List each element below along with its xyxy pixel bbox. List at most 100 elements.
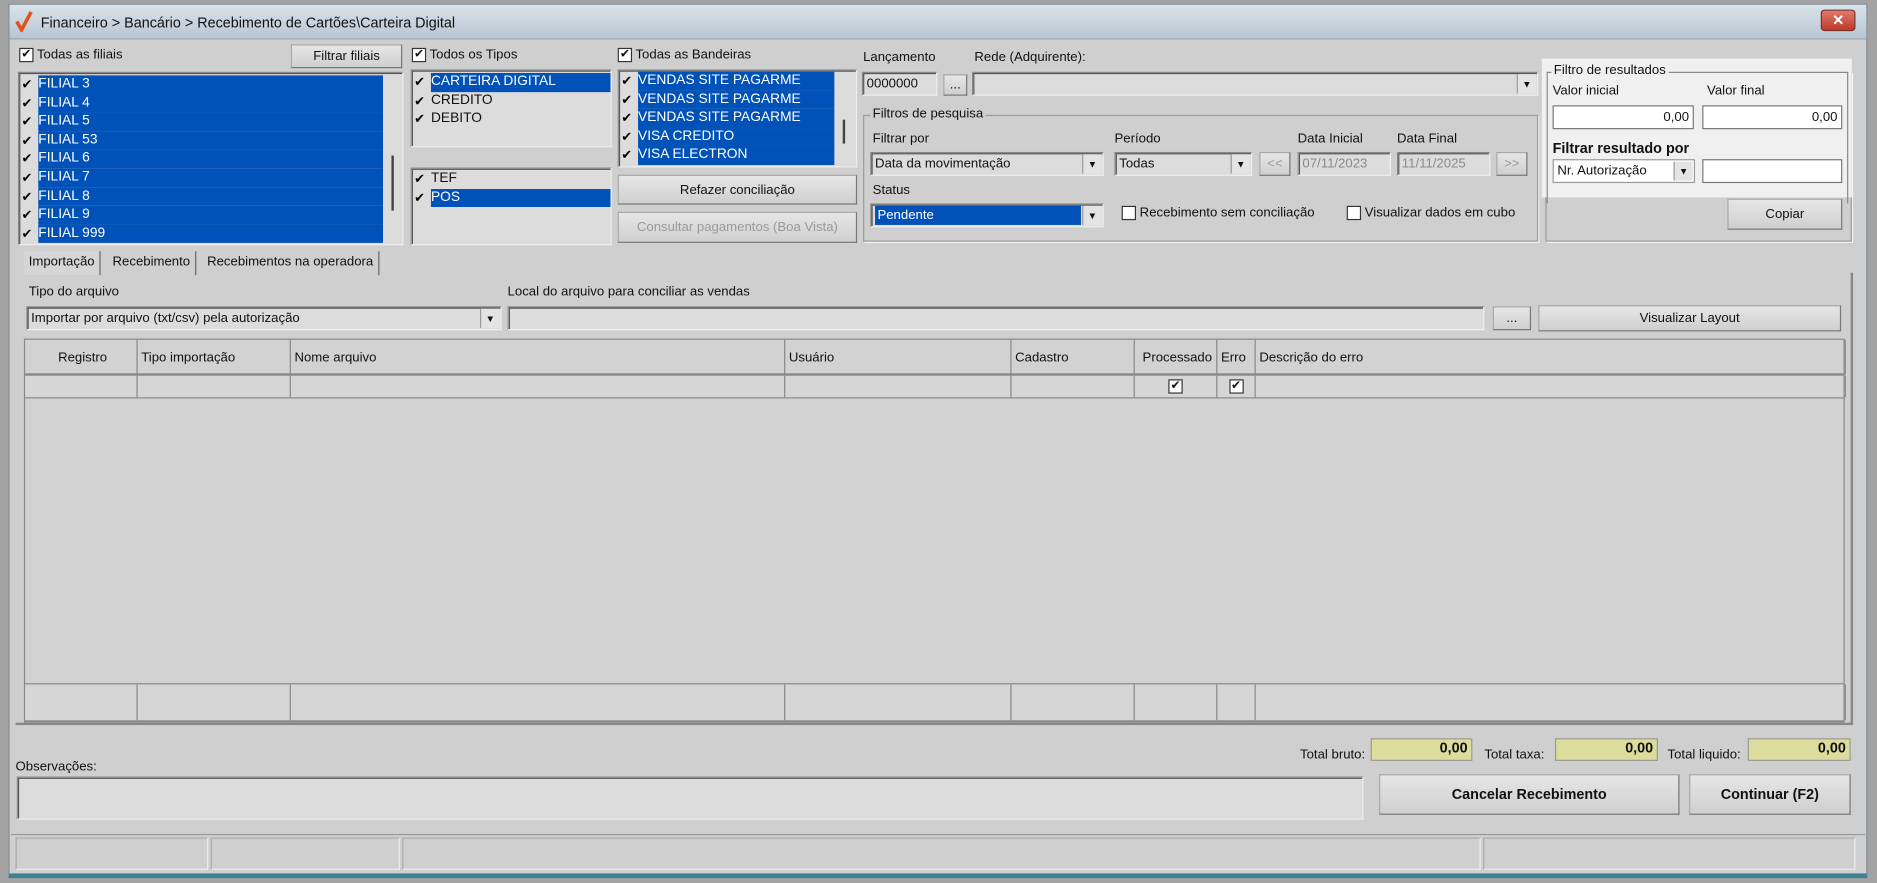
scrollbar-thumb[interactable] xyxy=(391,155,394,211)
column-header[interactable]: Nome arquivo xyxy=(291,339,786,375)
type-item[interactable]: ✔ CREDITO xyxy=(412,92,611,111)
previous-period-button[interactable]: << xyxy=(1259,151,1291,176)
tab-recebimentos-operadora[interactable]: Recebimentos na operadora xyxy=(202,251,380,276)
brand-item[interactable]: ✔ VENDAS SITE PAGARME xyxy=(619,71,856,91)
file-type-value: Importar por arquivo (txt/csv) pela auto… xyxy=(31,311,300,326)
types-list[interactable]: ✔ CARTEIRA DIGITAL ✔ CREDITO ✔ DEBITO xyxy=(410,69,612,148)
status-combo[interactable]: Pendente ▼ xyxy=(870,203,1104,228)
start-date-label: Data Inicial xyxy=(1297,131,1363,146)
launch-input[interactable]: 0000000 xyxy=(861,71,938,96)
redo-reconciliation-button[interactable]: Refazer conciliação xyxy=(617,174,858,205)
column-header[interactable]: Descrição do erro xyxy=(1256,339,1846,375)
grid-header: Registro Tipo importação Nome arquivo Usuár… xyxy=(25,339,1846,375)
end-value-input[interactable]: 0,00 xyxy=(1702,105,1843,130)
type-item[interactable]: ✔ CARTEIRA DIGITAL xyxy=(412,72,611,92)
list-item-label: TEF xyxy=(430,171,457,186)
no-reconciliation-checkbox[interactable]: Recebimento sem conciliação xyxy=(1121,206,1315,221)
checkmark-icon: ✔ xyxy=(414,112,426,128)
branch-item[interactable]: ✔ FILIAL 6 xyxy=(19,150,402,169)
tab-importacao[interactable]: Importação xyxy=(23,251,101,276)
cancel-receipt-button[interactable]: Cancelar Recebimento xyxy=(1379,774,1680,815)
import-grid[interactable]: Registro Tipo importação Nome arquivo Usuár… xyxy=(23,338,1846,723)
type-item[interactable]: ✔ DEBITO xyxy=(412,110,611,129)
grid-cell xyxy=(1256,684,1846,721)
observations-textarea[interactable] xyxy=(16,776,1364,820)
total-gross-label: Total bruto: xyxy=(1300,747,1366,763)
copy-button[interactable]: Copiar xyxy=(1727,198,1843,230)
column-header[interactable]: Tipo importação xyxy=(138,339,291,375)
brand-item[interactable]: ✔ VISA CREDITO xyxy=(619,127,856,147)
next-period-button[interactable]: >> xyxy=(1496,151,1528,176)
brand-item[interactable]: ✔ VENDAS SITE PAGARME xyxy=(619,90,856,110)
filter-branches-button[interactable]: Filtrar filiais xyxy=(290,44,403,69)
branch-item[interactable]: ✔ FILIAL 8 xyxy=(19,187,402,206)
network-combo[interactable]: ▼ xyxy=(972,71,1539,96)
status-value: Pendente xyxy=(875,205,1081,225)
brands-scrollbar-thumb[interactable] xyxy=(842,119,846,144)
branch-item[interactable]: ✔ FILIAL 9 xyxy=(19,205,402,225)
branch-item[interactable]: ✔ FILIAL 4 xyxy=(19,94,402,113)
branch-item[interactable]: ✔ FILIAL 7 xyxy=(19,168,402,188)
modes-list[interactable]: ✔ TEF ✔ POS xyxy=(410,167,612,246)
branch-item[interactable]: ✔ FILIAL 53 xyxy=(19,131,402,151)
mode-item[interactable]: ✔ TEF xyxy=(412,170,611,189)
all-branches-checkbox[interactable]: ✔ Todas as filiais xyxy=(19,48,123,63)
file-browse-button[interactable]: ... xyxy=(1492,306,1532,331)
brand-item[interactable]: ✔ VISA ELECTRON xyxy=(619,146,856,166)
filter-results-by-value: Nr. Autorização xyxy=(1557,163,1647,179)
chevron-down-icon: ▼ xyxy=(480,308,500,328)
list-item-label: VENDAS SITE PAGARME xyxy=(638,109,835,128)
column-header[interactable]: Registro xyxy=(25,339,138,375)
file-location-input[interactable] xyxy=(507,306,1485,331)
tab-recebimento[interactable]: Recebimento xyxy=(108,251,197,276)
search-filters-legend: Filtros de pesquisa xyxy=(870,106,986,121)
title-bar: Financeiro > Bancário > Recebimento de C… xyxy=(9,4,1867,40)
branch-item[interactable]: ✔ FILIAL 999 xyxy=(19,224,402,244)
all-types-label: Todos os Tipos xyxy=(429,47,518,63)
checkbox-icon[interactable]: ✔ xyxy=(1228,379,1244,394)
column-header[interactable]: Cadastro xyxy=(1012,339,1135,375)
checkbox-icon[interactable]: ✔ xyxy=(1168,379,1183,394)
all-brands-label: Todas as Bandeiras xyxy=(635,47,752,63)
status-bar-section xyxy=(1483,837,1856,870)
launch-browse-button[interactable]: ... xyxy=(943,74,968,96)
brand-item[interactable]: ✔ VENDAS SITE PAGARME xyxy=(619,109,856,128)
query-payments-button[interactable]: Consultar pagamentos (Boa Vista) xyxy=(617,211,858,243)
end-value-label: Valor final xyxy=(1707,83,1765,99)
file-type-combo[interactable]: Importar por arquivo (txt/csv) pela auto… xyxy=(26,306,502,331)
grid-cell xyxy=(785,375,1012,398)
continue-button[interactable]: Continuar (F2) xyxy=(1689,774,1851,815)
checkmark-icon: ✔ xyxy=(21,208,33,223)
branches-list[interactable]: ✔ FILIAL 3 ✔ FILIAL 4 ✔ FILIAL 5 ✔ FILIAL 53 ✔ FI… xyxy=(17,71,404,246)
grid-footer-row[interactable] xyxy=(25,683,1846,722)
list-item-label: CREDITO xyxy=(430,92,493,108)
status-bar-section xyxy=(15,837,209,870)
period-combo[interactable]: Todas ▼ xyxy=(1114,151,1253,176)
list-item-label: VENDAS SITE PAGARME xyxy=(638,90,835,110)
all-types-checkbox[interactable]: ✔ Todos os Tipos xyxy=(411,47,518,63)
column-header[interactable]: Erro xyxy=(1217,339,1256,375)
table-row[interactable]: ✔ ✔ xyxy=(25,374,1846,399)
filter-results-input[interactable] xyxy=(1702,159,1843,184)
all-brands-checkbox[interactable]: ✔ Todas as Bandeiras xyxy=(617,47,752,63)
column-header[interactable]: Processado xyxy=(1135,339,1218,375)
column-header[interactable]: Usuário xyxy=(785,339,1012,375)
brands-list[interactable]: ✔ VENDAS SITE PAGARME ✔ VENDAS SITE PAGARME… xyxy=(617,69,858,168)
mode-item[interactable]: ✔ POS xyxy=(412,188,611,208)
close-icon: ✕ xyxy=(1832,11,1845,29)
filter-by-combo[interactable]: Data da movimentação ▼ xyxy=(870,151,1104,176)
branch-item[interactable]: ✔ FILIAL 3 xyxy=(19,75,402,95)
filter-by-label: Filtrar por xyxy=(872,131,930,146)
filter-results-by-combo[interactable]: Nr. Autorização ▼ xyxy=(1552,159,1696,184)
total-fee-value: 0,00 xyxy=(1554,738,1658,761)
start-value-input[interactable]: 0,00 xyxy=(1552,105,1694,130)
grid-cell xyxy=(25,375,138,398)
close-button[interactable]: ✕ xyxy=(1820,9,1856,32)
start-date-input[interactable]: 07/11/2023 xyxy=(1297,151,1391,176)
end-date-input[interactable]: 11/11/2025 xyxy=(1396,151,1491,176)
list-item-label: VENDAS SITE PAGARME xyxy=(638,71,835,91)
branches-scrollbar[interactable] xyxy=(383,74,403,245)
cube-view-checkbox[interactable]: Visualizar dados em cubo xyxy=(1346,206,1515,221)
view-layout-button[interactable]: Visualizar Layout xyxy=(1538,305,1842,332)
branch-item[interactable]: ✔ FILIAL 5 xyxy=(19,112,402,132)
